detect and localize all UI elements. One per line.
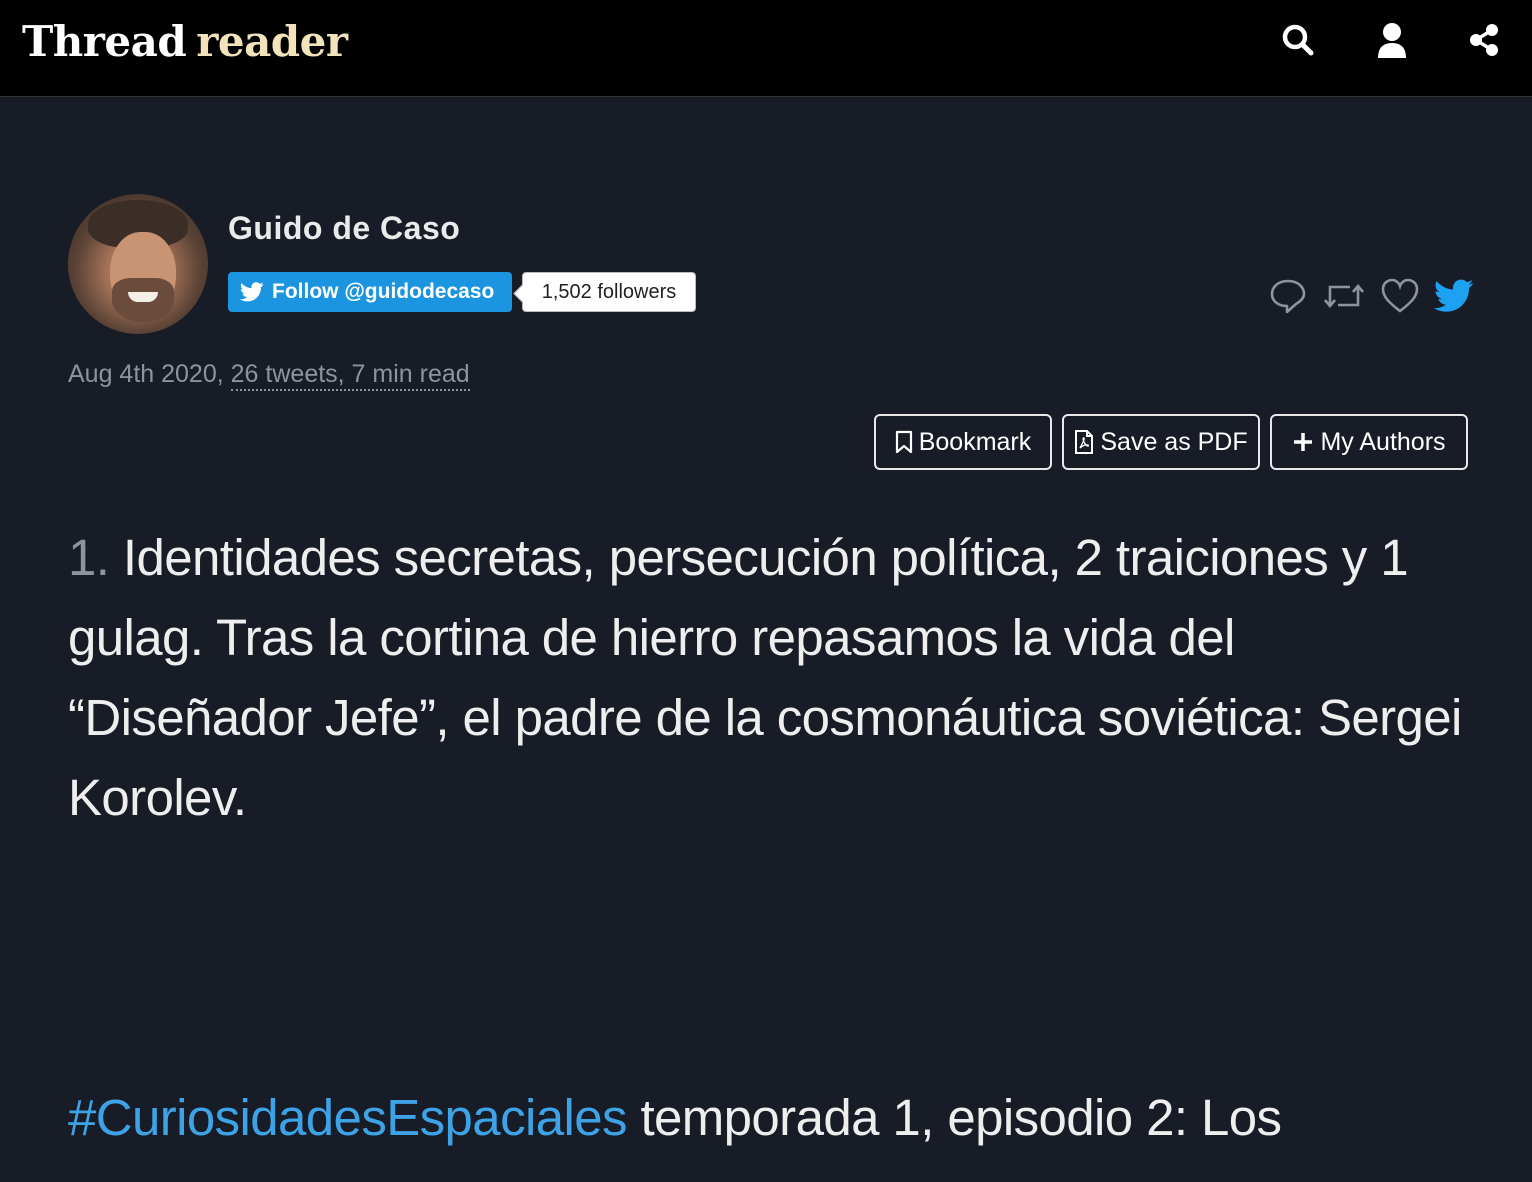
thread-date: Aug 4th 2020, [68, 360, 224, 388]
tweet-actions [1268, 274, 1474, 318]
author-name[interactable]: Guido de Caso [228, 210, 460, 247]
search-icon[interactable] [1280, 20, 1316, 60]
top-bar: Thread reader [0, 0, 1532, 97]
tweet-number: 1. [68, 529, 110, 586]
tweet-text: Identidades secretas, persecución políti… [68, 529, 1462, 826]
thread-actions: Bookmark Save as PDF My Authors [874, 414, 1468, 470]
bookmark-label: Bookmark [918, 427, 1032, 456]
thread-stats[interactable]: 26 tweets, 7 min read [230, 360, 470, 391]
pdf-file-icon [1075, 430, 1094, 454]
bookmark-button[interactable]: Bookmark [874, 414, 1052, 470]
tweet-text: temporada 1, episodio 2: Los [640, 1089, 1282, 1146]
bookmark-icon [895, 430, 912, 454]
user-icon[interactable] [1374, 20, 1410, 60]
hashtag-link[interactable]: #CuriosidadesEspaciales [68, 1089, 627, 1146]
brand-reader: reader [196, 17, 348, 66]
my-authors-label: My Authors [1320, 427, 1446, 456]
brand-logo[interactable]: Thread reader [22, 14, 348, 70]
save-pdf-label: Save as PDF [1100, 427, 1248, 456]
reply-icon[interactable] [1268, 277, 1308, 315]
follow-label: Follow @guidodecaso [272, 280, 495, 303]
author-avatar[interactable] [68, 194, 208, 334]
tweet-1: 1. Identidades secretas, persecución pol… [68, 518, 1468, 838]
brand-thread: Thread [22, 17, 187, 66]
followers-count[interactable]: 1,502 followers [522, 272, 696, 312]
follow-button[interactable]: Follow @guidodecaso [228, 272, 512, 312]
thread-meta: Aug 4th 2020, 26 tweets, 7 min read [68, 360, 470, 391]
tweet-2: #CuriosidadesEspaciales temporada 1, epi… [68, 1078, 1468, 1158]
share-icon[interactable] [1466, 20, 1502, 60]
save-pdf-button[interactable]: Save as PDF [1062, 414, 1260, 470]
twitter-icon[interactable] [1434, 279, 1474, 313]
my-authors-button[interactable]: My Authors [1270, 414, 1468, 470]
twitter-bird-icon [240, 282, 264, 302]
retweet-icon[interactable] [1322, 277, 1366, 315]
plus-icon [1294, 433, 1313, 451]
heart-icon[interactable] [1380, 277, 1420, 315]
